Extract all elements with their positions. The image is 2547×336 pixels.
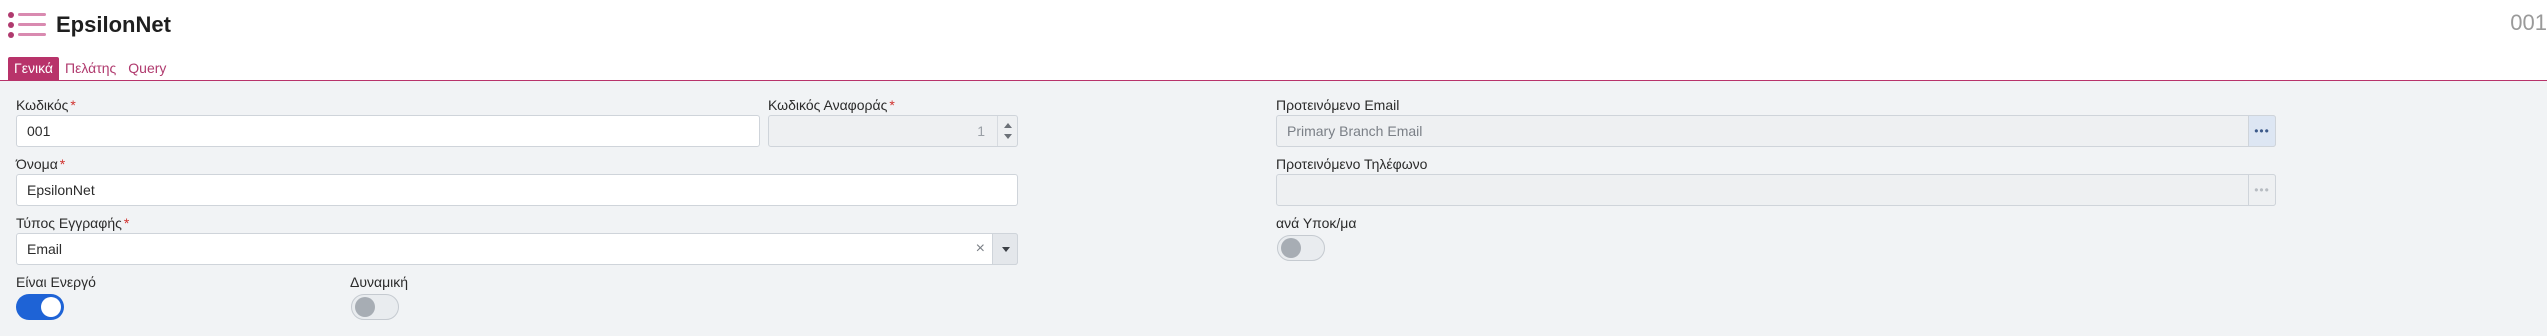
- dynamic-label: Δυναμική: [350, 274, 409, 290]
- required-marker: *: [70, 97, 76, 113]
- is-active-label: Είναι Ενεργό: [16, 274, 96, 290]
- record-type-label: Τύπος Εγγραφής *: [16, 215, 130, 231]
- dynamic-toggle[interactable]: [351, 294, 399, 320]
- required-marker: *: [59, 156, 66, 172]
- tab-customer[interactable]: Πελάτης: [59, 57, 122, 80]
- more-icon: •••: [2254, 183, 2270, 197]
- suggested-phone-label: Προτεινόμενο Τηλέφωνο: [1276, 156, 1428, 172]
- per-branch-label: ανά Υποκ/μα: [1276, 215, 1357, 231]
- record-id: 001: [2510, 10, 2547, 35]
- per-branch-toggle[interactable]: [1277, 235, 1325, 261]
- is-active-toggle[interactable]: [16, 294, 64, 320]
- chevron-down-icon[interactable]: [1004, 134, 1012, 139]
- toggle-knob: [1281, 238, 1301, 258]
- name-label: Όνομα *: [16, 156, 66, 172]
- dropdown-button[interactable]: [992, 233, 1018, 265]
- tab-query[interactable]: Query: [122, 57, 172, 80]
- reference-code-input[interactable]: 1: [768, 115, 1018, 147]
- toggle-knob: [355, 297, 375, 317]
- hamburger-list-icon[interactable]: [6, 10, 46, 40]
- code-input[interactable]: 001: [16, 115, 760, 147]
- toggle-knob: [41, 297, 61, 317]
- record-type-select[interactable]: Email ×: [16, 233, 1018, 265]
- code-label: Κωδικός *: [16, 97, 76, 113]
- chevron-down-icon: [1002, 247, 1010, 252]
- general-form: Κωδικός * 001 Κωδικός Αναφοράς * 1 Όνομα * …: [0, 81, 2547, 336]
- more-icon: •••: [2254, 124, 2270, 138]
- suggested-email-label: Προτεινόμενο Email: [1276, 97, 1400, 113]
- chevron-up-icon[interactable]: [1004, 123, 1012, 128]
- phone-lookup-button[interactable]: •••: [2248, 174, 2276, 206]
- required-marker: *: [123, 215, 130, 231]
- email-lookup-button[interactable]: •••: [2248, 115, 2276, 147]
- page-title: EpsilonNet: [56, 12, 171, 37]
- required-marker: *: [889, 97, 895, 113]
- number-stepper[interactable]: [997, 116, 1017, 146]
- app-header: EpsilonNet 001: [0, 0, 2547, 52]
- suggested-email-field[interactable]: Primary Branch Email •••: [1276, 115, 2276, 147]
- clear-icon[interactable]: ×: [976, 234, 985, 264]
- tab-bar: Γενικά Πελάτης Query: [8, 57, 172, 80]
- tab-general[interactable]: Γενικά: [8, 57, 59, 80]
- name-input[interactable]: EpsilonNet: [16, 174, 1018, 206]
- suggested-phone-field[interactable]: •••: [1276, 174, 2276, 206]
- reference-code-label: Κωδικός Αναφοράς *: [768, 97, 895, 113]
